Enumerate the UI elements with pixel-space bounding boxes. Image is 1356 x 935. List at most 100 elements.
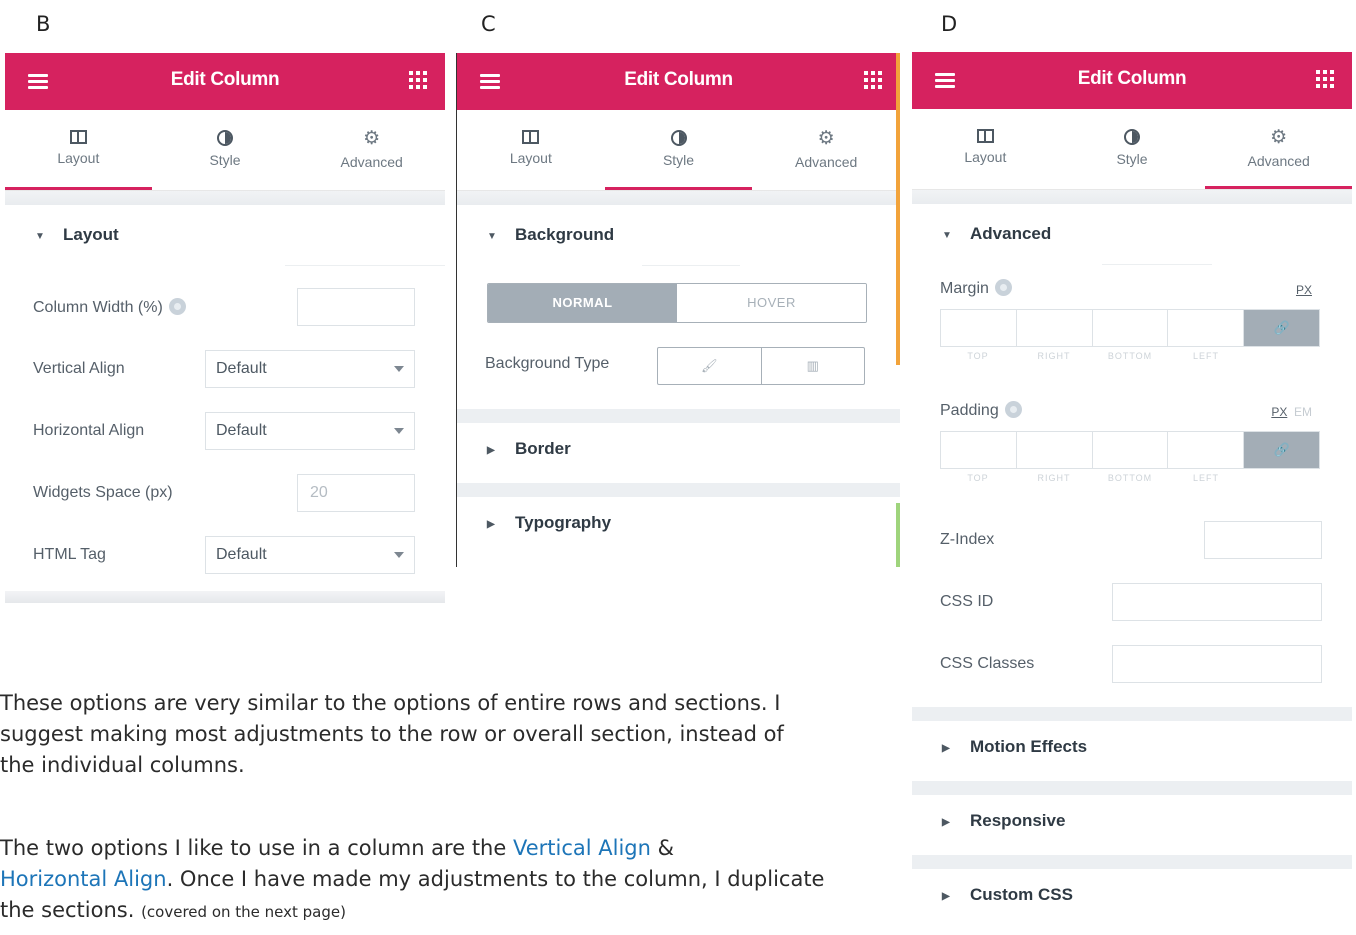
tab-advanced[interactable]: ⚙ Advanced — [752, 110, 900, 190]
editor-header: Edit Column — [457, 53, 900, 110]
padding-left-input[interactable] — [1168, 432, 1245, 468]
widgets-grid-icon[interactable] — [409, 71, 427, 89]
css-classes-input[interactable] — [1112, 645, 1322, 683]
vertical-align-link[interactable]: Vertical Align — [513, 836, 651, 860]
section-typography-header[interactable]: ▶ Typography — [457, 483, 900, 557]
info-icon — [168, 298, 186, 315]
html-tag-select[interactable]: Default — [205, 536, 415, 574]
margin-right-input[interactable] — [1017, 310, 1093, 346]
tab-advanced-label: Advanced — [340, 154, 403, 170]
field-widgets-space: Widgets Space (px) 20 — [5, 464, 445, 526]
css-id-input[interactable] — [1112, 583, 1322, 621]
css-classes-label: CSS Classes — [940, 655, 1035, 672]
dim-label-bottom: BOTTOM — [1107, 351, 1153, 361]
widgets-grid-icon[interactable] — [1316, 70, 1334, 88]
caret-right-icon: ▶ — [942, 817, 950, 828]
vertical-align-select[interactable]: Default — [205, 350, 415, 388]
horizontal-align-select[interactable]: Default — [205, 412, 415, 450]
section-border-header[interactable]: ▶ Border — [457, 409, 900, 483]
margin-label-wrap: Margin — [940, 279, 1012, 298]
css-id-label: CSS ID — [940, 593, 994, 610]
normal-tab[interactable]: NORMAL — [488, 284, 677, 322]
tab-advanced-label: Advanced — [795, 154, 858, 170]
hover-tab[interactable]: HOVER — [677, 284, 866, 322]
field-horizontal-align: Horizontal Align Default — [5, 402, 445, 464]
section-title: Background — [515, 225, 615, 244]
gradient-icon[interactable]: ▥ — [760, 348, 865, 384]
section-background-header[interactable]: ▼ Background — [457, 205, 900, 265]
layout-icon — [522, 130, 540, 144]
margin-dim-labels: TOP RIGHT BOTTOM LEFT — [940, 351, 1244, 361]
layout-icon — [69, 130, 87, 144]
section-custom-css-header[interactable]: ▶ Custom CSS — [912, 855, 1352, 929]
select-value: Default — [216, 546, 267, 563]
tab-layout[interactable]: Layout — [912, 109, 1059, 189]
tab-advanced[interactable]: ⚙ Advanced — [1205, 109, 1352, 189]
tab-layout[interactable]: Layout — [457, 110, 605, 190]
column-width-input[interactable] — [297, 288, 415, 326]
dim-label-left: LEFT — [1192, 351, 1219, 361]
widgets-grid-icon[interactable] — [864, 71, 882, 89]
section-motion-effects-header[interactable]: ▶ Motion Effects — [912, 707, 1352, 781]
state-toggle-row: NORMAL HOVER — [457, 283, 900, 347]
horizontal-align-label: Horizontal Align — [33, 422, 145, 439]
tab-layout[interactable]: Layout — [5, 110, 152, 190]
link-values-icon[interactable]: 🔗 — [1244, 310, 1319, 346]
gear-icon: ⚙ — [1270, 127, 1288, 148]
widgets-space-input[interactable]: 20 — [297, 474, 415, 512]
padding-bottom-input[interactable] — [1093, 432, 1169, 468]
field-css-id: CSS ID — [912, 573, 1352, 635]
classic-brush-icon[interactable]: 🖌 — [658, 348, 761, 384]
editor-tabs: Layout Style ⚙ Advanced — [912, 109, 1352, 190]
padding-top-input[interactable] — [941, 432, 1017, 468]
panel-c: Edit Column Layout Style ⚙ Advanced ▼ Ba… — [456, 53, 900, 567]
padding-dim-labels: TOP RIGHT BOTTOM LEFT — [940, 473, 1244, 483]
section-divider — [285, 265, 445, 266]
margin-units[interactable]: PX — [1296, 283, 1312, 297]
unit-px[interactable]: PX — [1271, 405, 1287, 419]
unit-px[interactable]: PX — [1296, 283, 1312, 297]
tab-style[interactable]: Style — [1059, 109, 1206, 189]
section-layout-header[interactable]: ▼ Layout — [5, 205, 445, 265]
tab-style[interactable]: Style — [604, 110, 753, 190]
section-title: Advanced — [970, 224, 1052, 243]
select-value: Default — [216, 422, 267, 439]
responsive-device-icon[interactable] — [1004, 401, 1022, 418]
field-label: Column Width (%) — [33, 298, 186, 317]
style-contrast-icon — [217, 130, 233, 146]
normal-hover-toggle: NORMAL HOVER — [487, 283, 867, 323]
ampersand: & — [657, 836, 675, 860]
section-responsive-header[interactable]: ▶ Responsive — [912, 781, 1352, 855]
unit-em[interactable]: EM — [1294, 405, 1312, 419]
editor-header: Edit Column — [912, 52, 1352, 109]
section-advanced-header[interactable]: ▼ Advanced — [912, 204, 1352, 264]
tab-style[interactable]: Style — [152, 110, 299, 190]
chevron-down-icon — [394, 366, 404, 372]
horizontal-align-link[interactable]: Horizontal Align — [0, 867, 167, 891]
padding-label-wrap: Padding — [940, 401, 1022, 420]
tab-advanced[interactable]: ⚙ Advanced — [298, 110, 445, 190]
z-index-input[interactable] — [1204, 521, 1322, 559]
link-values-icon[interactable]: 🔗 — [1244, 432, 1319, 468]
field-column-width: Column Width (%) — [5, 278, 445, 340]
margin-left-input[interactable] — [1168, 310, 1245, 346]
dim-label-left: LEFT — [1192, 473, 1219, 483]
background-type-choices: 🖌 ▥ — [657, 347, 865, 385]
margin-top-input[interactable] — [941, 310, 1017, 346]
tab-style-label: Style — [662, 152, 695, 168]
field-css-classes: CSS Classes — [912, 635, 1352, 697]
field-background-type: Background Type 🖌 ▥ — [457, 347, 900, 401]
dim-label-top: TOP — [967, 473, 989, 483]
responsive-device-icon[interactable] — [994, 279, 1012, 296]
section-title: Layout — [63, 225, 119, 244]
margin-bottom-input[interactable] — [1093, 310, 1169, 346]
html-tag-label: HTML Tag — [33, 546, 106, 563]
editor-title: Edit Column — [1077, 68, 1187, 89]
padding-right-input[interactable] — [1017, 432, 1093, 468]
padding-units[interactable]: PX EM — [1271, 405, 1312, 419]
chevron-down-icon — [394, 552, 404, 558]
divider-band — [5, 591, 445, 603]
accent-strip-orange — [896, 53, 900, 365]
tab-layout-label: Layout — [964, 149, 1007, 165]
caret-down-icon: ▼ — [942, 230, 952, 241]
